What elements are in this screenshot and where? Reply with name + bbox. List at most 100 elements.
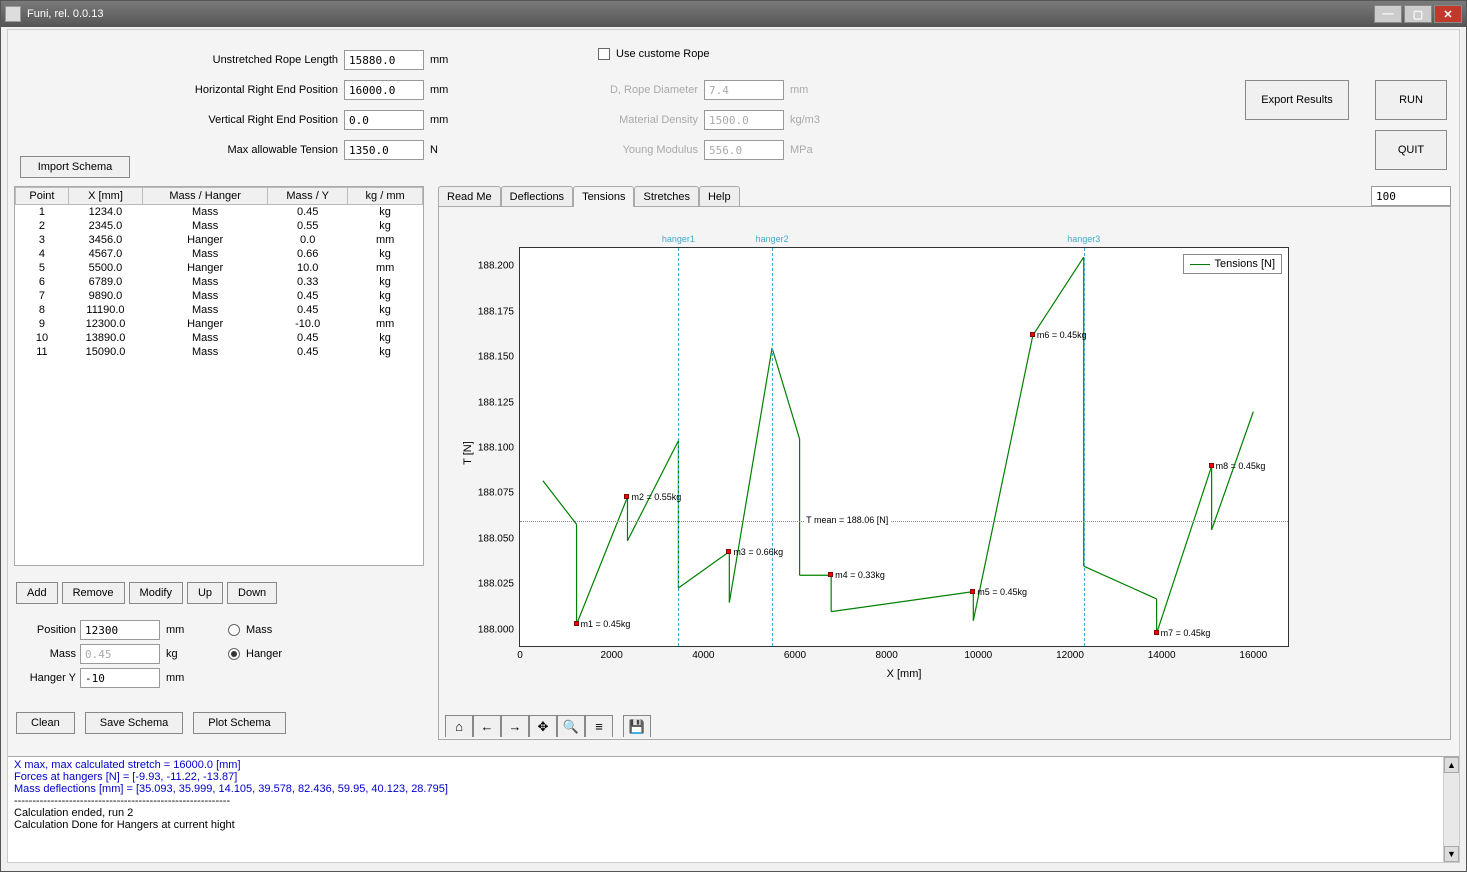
mass-point-label: m8 = 0.45kg: [1216, 461, 1266, 471]
hanger-line: [1084, 248, 1085, 646]
mass-point: [726, 549, 731, 554]
position-unit: mm: [166, 624, 184, 636]
tab-tensions[interactable]: Tensions: [573, 186, 634, 207]
y-tick: 188.150: [478, 352, 514, 363]
radio-mass[interactable]: [228, 624, 240, 636]
window-title: Funi, rel. 0.0.13: [27, 8, 1372, 20]
back-icon[interactable]: ←: [473, 715, 501, 737]
position-label: Position: [16, 624, 76, 636]
table-row[interactable]: 1115090.0Mass0.45kg: [16, 345, 423, 359]
mass-point-label: m5 = 0.45kg: [977, 587, 1027, 597]
y-axis-label: T [N]: [462, 441, 474, 465]
x-tick: 6000: [784, 650, 806, 661]
hanger-label: hanger1: [662, 234, 695, 244]
table-row[interactable]: 79890.0Mass0.45kg: [16, 289, 423, 303]
mass-input: [80, 644, 160, 664]
table-row[interactable]: 55500.0Hanger10.0mm: [16, 261, 423, 275]
minimize-button[interactable]: —: [1374, 5, 1402, 23]
mass-point: [1154, 630, 1159, 635]
x-tick: 8000: [876, 650, 898, 661]
unit-mm: mm: [790, 84, 808, 96]
x-tick: 4000: [692, 650, 714, 661]
hanger-line: [678, 248, 679, 646]
down-button[interactable]: Down: [227, 582, 277, 604]
zoom-icon[interactable]: 🔍: [557, 715, 585, 737]
app-window: Funi, rel. 0.0.13 — ▢ ✕ Unstretched Rope…: [0, 0, 1467, 872]
console-scrollbar[interactable]: ▲ ▼: [1443, 757, 1459, 862]
tab-help[interactable]: Help: [699, 186, 740, 207]
up-button[interactable]: Up: [187, 582, 223, 604]
table-header[interactable]: X [mm]: [68, 188, 142, 205]
custom-rope-checkbox[interactable]: [598, 48, 610, 60]
maximize-button[interactable]: ▢: [1404, 5, 1432, 23]
run-button[interactable]: RUN: [1375, 80, 1447, 120]
mass-point: [1209, 463, 1214, 468]
table-row[interactable]: 11234.0Mass0.45kg: [16, 205, 423, 220]
plot-toolbar: ⌂ ← → ✥ 🔍 ≡ 💾: [445, 715, 651, 737]
y-tick: 188.125: [478, 397, 514, 408]
table-header[interactable]: kg / mm: [348, 188, 423, 205]
console-line: ----------------------------------------…: [14, 795, 1453, 807]
table-header[interactable]: Mass / Hanger: [143, 188, 268, 205]
table-header[interactable]: Point: [16, 188, 69, 205]
table-row[interactable]: 811190.0Mass0.45kg: [16, 303, 423, 317]
table-row[interactable]: 33456.0Hanger0.0mm: [16, 233, 423, 247]
quit-button[interactable]: QUIT: [1375, 130, 1447, 170]
mass-point-label: m3 = 0.66kg: [733, 547, 783, 557]
table-row[interactable]: 1013890.0Mass0.45kg: [16, 331, 423, 345]
horiz-input[interactable]: [344, 80, 424, 100]
table-row[interactable]: 66789.0Mass0.33kg: [16, 275, 423, 289]
add-button[interactable]: Add: [16, 582, 58, 604]
mean-label: T mean = 188.06 [N]: [804, 515, 890, 525]
configure-icon[interactable]: ≡: [585, 715, 613, 737]
unstretched-input[interactable]: [344, 50, 424, 70]
diameter-input: [704, 80, 784, 100]
mass-point: [624, 494, 629, 499]
table-row[interactable]: 22345.0Mass0.55kg: [16, 219, 423, 233]
output-console[interactable]: X max, max calculated stretch = 16000.0 …: [8, 756, 1459, 862]
close-button[interactable]: ✕: [1434, 5, 1462, 23]
modify-button[interactable]: Modify: [129, 582, 183, 604]
tension-input[interactable]: [344, 140, 424, 160]
remove-button[interactable]: Remove: [62, 582, 125, 604]
import-schema-button[interactable]: Import Schema: [20, 156, 130, 178]
hangery-input[interactable]: [80, 668, 160, 688]
horiz-label: Horizontal Right End Position: [8, 84, 338, 96]
clean-button[interactable]: Clean: [16, 712, 75, 734]
zoom-input[interactable]: [1371, 186, 1451, 206]
save-icon[interactable]: 💾: [623, 715, 651, 737]
position-input[interactable]: [80, 620, 160, 640]
density-input: [704, 110, 784, 130]
tab-read-me[interactable]: Read Me: [438, 186, 501, 207]
home-icon[interactable]: ⌂: [445, 715, 473, 737]
plot-frame[interactable]: T [N] X [mm] Tensions [N] 188.000188.025…: [519, 247, 1289, 647]
console-line: Calculation Done for Hangers at current …: [14, 819, 1453, 831]
forward-icon[interactable]: →: [501, 715, 529, 737]
pan-icon[interactable]: ✥: [529, 715, 557, 737]
tab-deflections[interactable]: Deflections: [501, 186, 573, 207]
radio-hanger[interactable]: [228, 648, 240, 660]
vert-input[interactable]: [344, 110, 424, 130]
mass-label: Mass: [16, 648, 76, 660]
x-tick: 16000: [1239, 650, 1267, 661]
save-schema-button[interactable]: Save Schema: [85, 712, 183, 734]
export-results-button[interactable]: Export Results: [1245, 80, 1349, 120]
diameter-label: D, Rope Diameter: [598, 84, 698, 96]
y-tick: 188.075: [478, 488, 514, 499]
scroll-down-icon[interactable]: ▼: [1444, 846, 1459, 862]
table-header[interactable]: Mass / Y: [268, 188, 348, 205]
table-row[interactable]: 44567.0Mass0.66kg: [16, 247, 423, 261]
young-input: [704, 140, 784, 160]
unstretched-label: Unstretched Rope Length: [8, 54, 338, 66]
mass-point-label: m6 = 0.45kg: [1037, 330, 1087, 340]
y-tick: 188.175: [478, 306, 514, 317]
console-line: Mass deflections [mm] = [35.093, 35.999,…: [14, 783, 1453, 795]
points-table[interactable]: PointX [mm]Mass / HangerMass / Ykg / mm1…: [14, 186, 424, 566]
scroll-up-icon[interactable]: ▲: [1444, 757, 1459, 773]
radio-hanger-label: Hanger: [246, 648, 282, 660]
x-tick: 2000: [601, 650, 623, 661]
young-label: Young Modulus: [598, 144, 698, 156]
tab-stretches[interactable]: Stretches: [634, 186, 698, 207]
plot-schema-button[interactable]: Plot Schema: [193, 712, 285, 734]
table-row[interactable]: 912300.0Hanger-10.0mm: [16, 317, 423, 331]
